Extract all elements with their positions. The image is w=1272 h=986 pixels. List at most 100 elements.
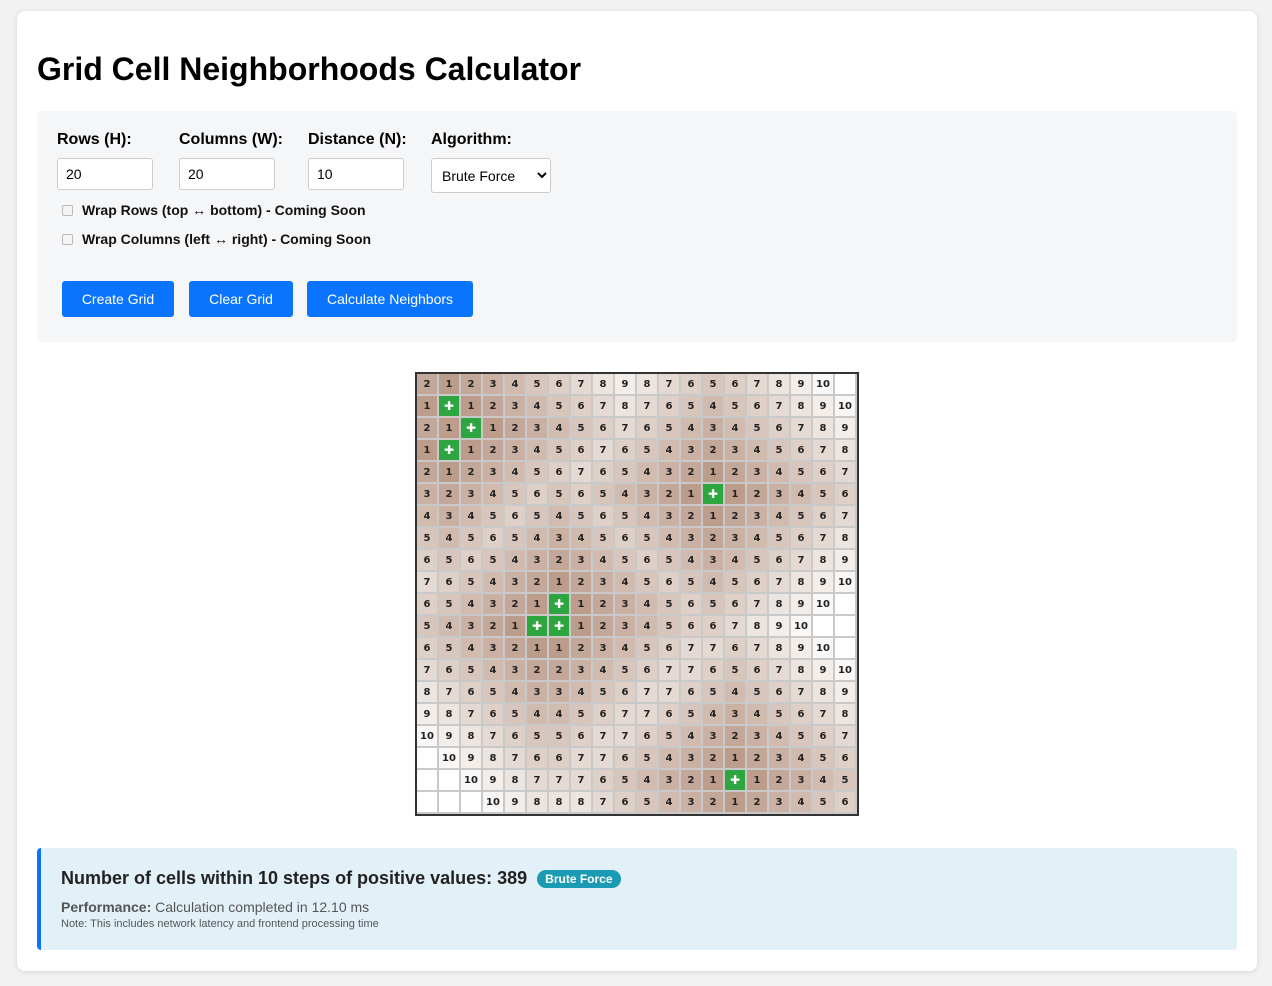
grid-cell[interactable]: 3	[769, 792, 789, 812]
grid-cell[interactable]: 7	[681, 660, 701, 680]
grid-cell[interactable]: 5	[659, 726, 679, 746]
grid-cell[interactable]: 6	[659, 638, 679, 658]
grid-cell[interactable]: 5	[571, 506, 591, 526]
grid-cell[interactable]: 4	[681, 726, 701, 746]
grid-cell[interactable]: 2	[461, 374, 481, 394]
grid-cell[interactable]: 5	[747, 682, 767, 702]
grid-cell[interactable]: 2	[483, 396, 503, 416]
grid-cell[interactable]: 4	[527, 528, 547, 548]
grid-cell[interactable]: 6	[483, 704, 503, 724]
grid-cell[interactable]: 2	[703, 528, 723, 548]
grid-cell[interactable]: 7	[703, 638, 723, 658]
grid-cell[interactable]: 3	[747, 506, 767, 526]
grid-cell[interactable]: 6	[681, 594, 701, 614]
grid-cell[interactable]: 1	[527, 594, 547, 614]
grid-cell[interactable]: 8	[791, 660, 811, 680]
grid-cell[interactable]: 3	[461, 616, 481, 636]
grid-cell[interactable]: 5	[505, 704, 525, 724]
grid-cell[interactable]: 7	[813, 440, 833, 460]
algorithm-select[interactable]: Brute Force	[431, 158, 551, 193]
grid-cell[interactable]: 6	[527, 748, 547, 768]
grid-cell[interactable]: 6	[417, 594, 437, 614]
grid-cell[interactable]: 2	[483, 616, 503, 636]
grid-cell[interactable]: 5	[681, 572, 701, 592]
grid-cell[interactable]: 7	[439, 682, 459, 702]
grid-cell[interactable]: 10	[835, 660, 855, 680]
grid-cell[interactable]: 2	[505, 638, 525, 658]
grid-cell[interactable]: 6	[505, 506, 525, 526]
grid-cell[interactable]: 6	[769, 682, 789, 702]
grid-cell[interactable]: 8	[505, 770, 525, 790]
grid-cell[interactable]: 7	[835, 726, 855, 746]
grid-cell[interactable]: 5	[527, 374, 547, 394]
grid-cell[interactable]: 3	[725, 704, 745, 724]
grid-cell[interactable]: 5	[835, 770, 855, 790]
grid-cell[interactable]: 9	[791, 594, 811, 614]
grid-cell[interactable]: 2	[703, 748, 723, 768]
grid-cell[interactable]: 7	[769, 572, 789, 592]
grid-cell[interactable]: 6	[681, 374, 701, 394]
grid-cell[interactable]: 8	[527, 792, 547, 812]
grid-cell[interactable]: 6	[593, 418, 613, 438]
grid-cell[interactable]: 7	[593, 396, 613, 416]
grid-cell[interactable]: 5	[461, 572, 481, 592]
grid-cell[interactable]: 7	[615, 704, 635, 724]
grid-cell[interactable]: 8	[813, 550, 833, 570]
grid-cell[interactable]: 6	[593, 770, 613, 790]
grid-cell[interactable]: 1	[703, 770, 723, 790]
grid-cell[interactable]: 3	[703, 418, 723, 438]
grid-cell[interactable]: 7	[769, 660, 789, 680]
columns-input[interactable]	[179, 158, 275, 190]
grid-cell[interactable]: 6	[637, 418, 657, 438]
grid-cell[interactable]: 6	[549, 748, 569, 768]
grid-cell[interactable]: 7	[593, 792, 613, 812]
grid-cell[interactable]: 7	[549, 770, 569, 790]
grid-cell[interactable]: 7	[791, 418, 811, 438]
grid-cell[interactable]: 4	[725, 682, 745, 702]
grid-cell[interactable]: 7	[615, 726, 635, 746]
grid-cell[interactable]: 4	[791, 792, 811, 812]
grid-cell[interactable]: 5	[637, 638, 657, 658]
grid-cell[interactable]: 6	[571, 440, 591, 460]
grid-cell[interactable]: 8	[483, 748, 503, 768]
grid-cell[interactable]: 1	[703, 462, 723, 482]
grid-cell[interactable]: 8	[835, 440, 855, 460]
grid-cell[interactable]: 1	[417, 396, 437, 416]
grid-cell[interactable]: 1	[725, 792, 745, 812]
grid-cell[interactable]: 5	[439, 550, 459, 570]
grid-cell[interactable]	[813, 616, 833, 636]
grid-cell[interactable]: 9	[505, 792, 525, 812]
grid-cell[interactable]: 6	[813, 726, 833, 746]
grid-cell[interactable]: 6	[417, 638, 437, 658]
grid-cell[interactable]: 8	[769, 594, 789, 614]
grid-cell[interactable]: 10	[483, 792, 503, 812]
grid-cell[interactable]: 6	[703, 660, 723, 680]
grid-cell[interactable]: 8	[769, 374, 789, 394]
grid-cell[interactable]: 2	[593, 616, 613, 636]
grid-cell[interactable]: 5	[637, 528, 657, 548]
grid-cell[interactable]: 1	[725, 748, 745, 768]
grid-cell[interactable]: 1	[483, 418, 503, 438]
grid-cell[interactable]: 5	[813, 792, 833, 812]
grid-cell[interactable]: 7	[659, 660, 679, 680]
grid-cell[interactable]: 3	[725, 440, 745, 460]
grid-cell[interactable]: 6	[637, 550, 657, 570]
grid-cell[interactable]: 5	[505, 528, 525, 548]
grid-cell[interactable]: 8	[835, 528, 855, 548]
grid-cell[interactable]: 7	[593, 726, 613, 746]
grid-cell[interactable]: 2	[659, 484, 679, 504]
grid-cell[interactable]: 7	[681, 638, 701, 658]
grid-cell[interactable]: 8	[813, 682, 833, 702]
grid-cell[interactable]: 1	[505, 616, 525, 636]
grid-cell[interactable]: 6	[461, 550, 481, 570]
grid-cell[interactable]: 6	[725, 374, 745, 394]
grid-cell[interactable]: 5	[593, 484, 613, 504]
grid-cell[interactable]: 5	[681, 704, 701, 724]
grid-cell[interactable]: 1	[417, 440, 437, 460]
grid-cell[interactable]: 8	[571, 792, 591, 812]
grid-cell[interactable]: 6	[747, 660, 767, 680]
grid-cell[interactable]: 5	[725, 396, 745, 416]
grid-cell[interactable]: 2	[681, 462, 701, 482]
grid-cell[interactable]: 8	[417, 682, 437, 702]
positive-cell[interactable]: ✚	[549, 594, 569, 614]
